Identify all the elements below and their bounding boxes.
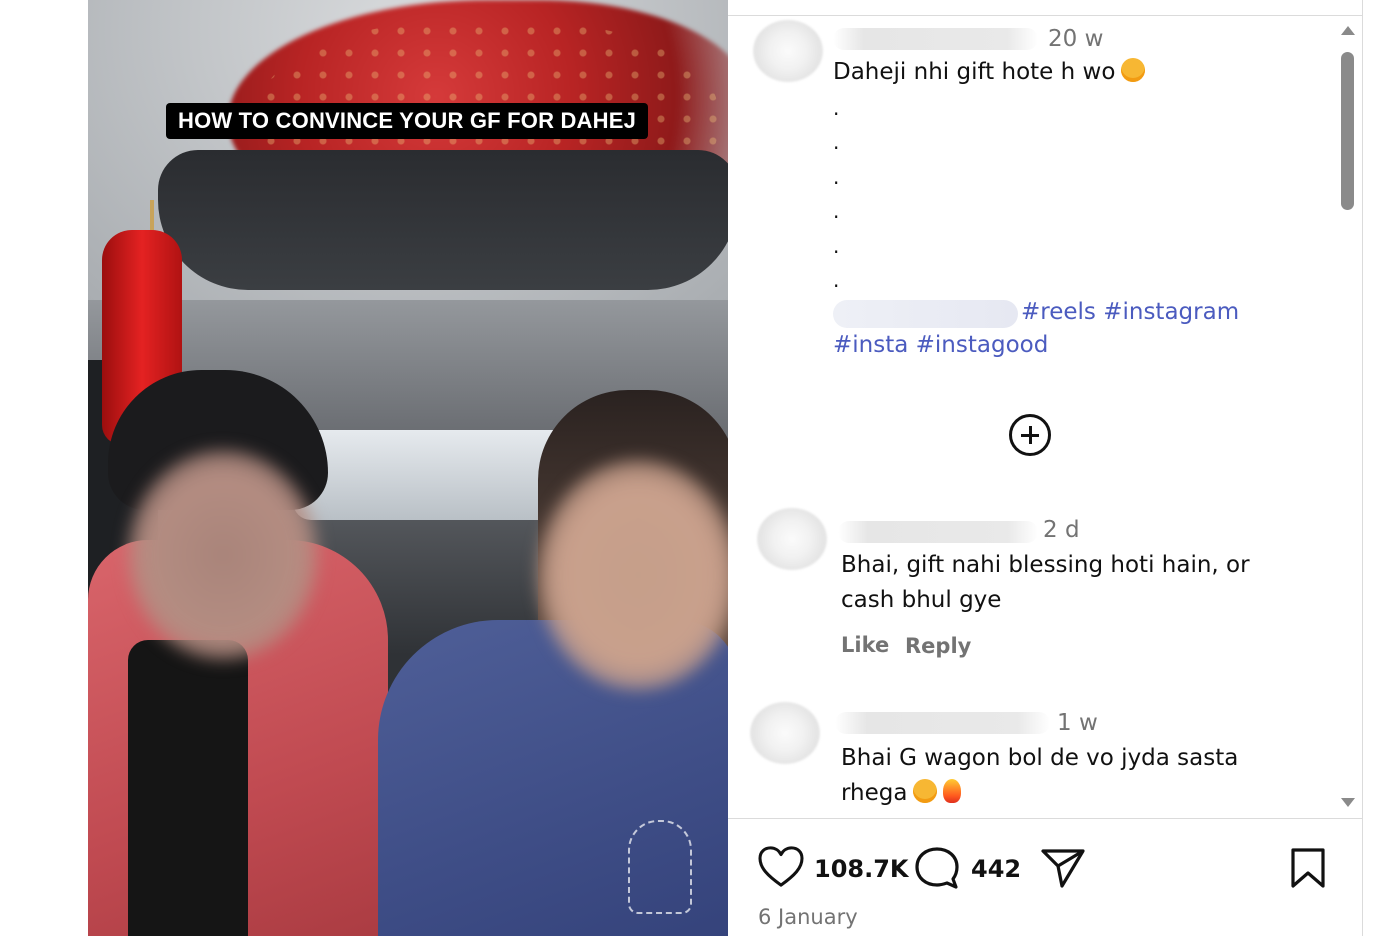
comment-text-line-2: rhega <box>841 780 908 806</box>
commenter-username-blurred[interactable] <box>835 712 1050 734</box>
commenter-avatar[interactable] <box>757 508 827 570</box>
blurred-face-right <box>538 460 728 690</box>
hashtags-line-2[interactable]: #insta #instagood <box>833 329 1048 362</box>
post-time[interactable]: 20 w <box>1048 26 1103 52</box>
footer-divider <box>728 818 1362 819</box>
comment-time[interactable]: 2 d <box>1043 517 1080 543</box>
post-caption-text: Daheji nhi gift hote h wo <box>833 55 1146 90</box>
hashtags-line-1[interactable]: #reels #instagram <box>1021 296 1239 329</box>
caption-dot: . <box>833 268 840 292</box>
blurred-hashtags <box>833 300 1018 328</box>
rear-view-mirror <box>158 150 728 290</box>
comments-scrollbar[interactable] <box>1338 22 1358 812</box>
smiling-face-emoji-icon <box>1121 58 1146 82</box>
author-avatar[interactable] <box>753 20 823 82</box>
comment-text-line-2: cash bhul gye <box>841 587 1002 613</box>
share-icon[interactable] <box>1040 847 1086 889</box>
caption-dot: . <box>833 96 840 120</box>
kurta-embroidery <box>628 820 692 914</box>
reply-comment-button[interactable]: Reply <box>905 634 971 658</box>
caption-dot: . <box>833 130 840 154</box>
load-more-comments-icon[interactable] <box>1009 414 1051 456</box>
like-comment-button[interactable]: Like <box>841 633 889 657</box>
likes-count[interactable]: 108.7K <box>814 855 909 883</box>
fire-emoji-icon <box>943 779 962 803</box>
post-caption: Daheji nhi gift hote h wo <box>833 59 1116 85</box>
comment-text-line-1: Bhai, gift nahi blessing hoti hain, or <box>841 552 1250 578</box>
author-username-blurred[interactable] <box>833 28 1038 50</box>
heart-icon[interactable] <box>758 846 804 888</box>
commenter-avatar[interactable] <box>750 702 820 764</box>
comment-text-line-2-container: rhega <box>841 776 962 811</box>
scrollbar-thumb[interactable] <box>1341 52 1354 210</box>
caption-dot: . <box>833 165 840 189</box>
video-caption: HOW TO CONVINCE YOUR GF FOR DAHEJ <box>166 103 649 139</box>
blurred-face-left <box>128 450 318 660</box>
person-left-shirt <box>128 640 248 936</box>
post-date[interactable]: 6 January <box>758 905 858 929</box>
comment-time[interactable]: 1 w <box>1057 710 1098 736</box>
caption-dot: . <box>833 199 840 223</box>
comments-count[interactable]: 442 <box>971 855 1021 883</box>
reel-video[interactable]: HOW TO CONVINCE YOUR GF FOR DAHEJ <box>88 0 728 936</box>
scroll-up-arrow-icon[interactable] <box>1341 26 1355 35</box>
bookmark-icon[interactable] <box>1289 847 1327 889</box>
scroll-down-arrow-icon[interactable] <box>1341 798 1355 807</box>
caption-dot: . <box>833 234 840 258</box>
comment-text-line-1: Bhai G wagon bol de vo jyda sasta <box>841 745 1239 771</box>
commenter-username-blurred[interactable] <box>838 521 1038 543</box>
comment-icon[interactable] <box>914 846 960 890</box>
laughing-emoji-icon <box>913 779 938 803</box>
